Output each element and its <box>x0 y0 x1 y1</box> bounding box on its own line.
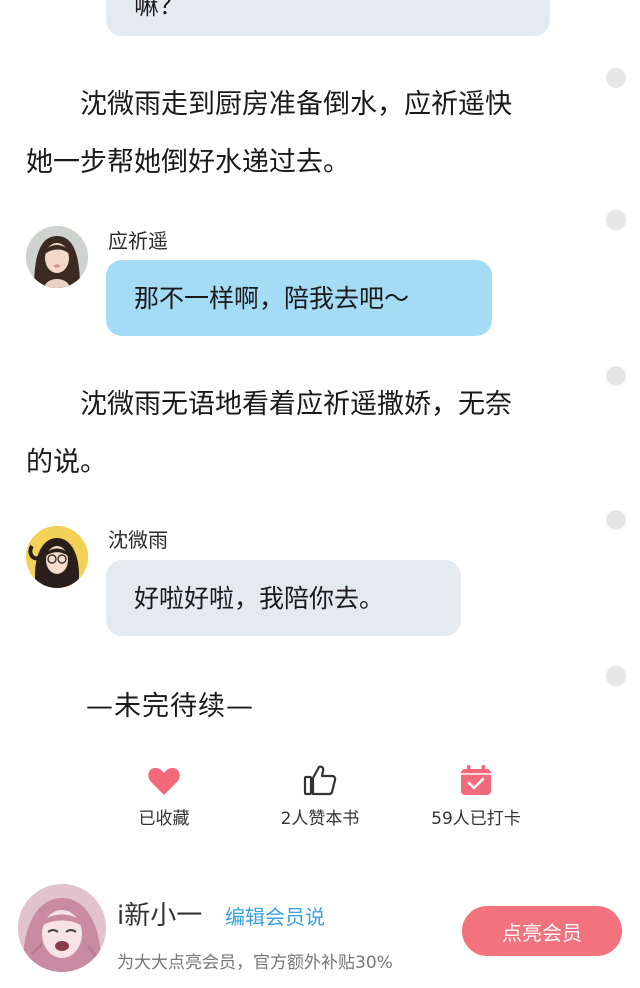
calendar-check-icon <box>461 765 491 795</box>
favorite-button[interactable]: 已收藏 <box>94 762 234 829</box>
comment-dot[interactable] <box>606 210 626 230</box>
light-member-button-label: 点亮会员 <box>502 920 582 945</box>
end-marker: —未完待续— <box>86 691 254 722</box>
thumbs-up-icon <box>303 765 337 796</box>
checkin-button[interactable]: 59人已打卡 <box>406 762 546 829</box>
edit-member-link[interactable]: 编辑会员说 <box>225 901 325 930</box>
narration-paragraph: 沈微雨无语地看着应祈遥撒娇，无奈 的说。 <box>26 376 586 492</box>
narration-line: 的说。 <box>26 447 107 478</box>
comment-dot[interactable] <box>606 666 626 686</box>
girl-portrait-avatar <box>26 226 88 288</box>
narration-line: 沈微雨无语地看着应祈遥撒娇，无奈 <box>80 389 512 420</box>
comment-dot[interactable] <box>606 510 626 530</box>
chat-bubble-partial: 嘛？ <box>106 0 550 36</box>
chat-bubble-text: 嘛？ <box>134 0 185 20</box>
chat-bubble: 那不一样啊，陪我去吧～ <box>106 260 492 336</box>
avatar[interactable] <box>26 526 88 588</box>
comment-dot[interactable] <box>606 366 626 386</box>
like-button[interactable]: 2人赞本书 <box>250 762 390 829</box>
narration-paragraph: 沈微雨走到厨房准备倒水，应祈遥快 她一步帮她倒好水递过去。 <box>26 76 586 192</box>
narration-line: 沈微雨走到厨房准备倒水，应祈遥快 <box>80 89 512 120</box>
anime-girl-avatar <box>18 884 106 972</box>
chat-bubble-text: 好啦好啦，我陪你去。 <box>134 583 385 613</box>
girl-yellow-avatar <box>26 526 88 588</box>
action-label: 2人赞本书 <box>280 809 360 829</box>
action-label: 59人已打卡 <box>431 809 521 829</box>
member-subtitle: 为大大点亮会员，官方额外补贴30% <box>117 953 393 973</box>
comment-dot[interactable] <box>606 68 626 88</box>
chat-bubble-text: 那不一样啊，陪我去吧～ <box>134 283 410 313</box>
speaker-name: 应祈遥 <box>108 229 168 253</box>
username: i新小一 <box>117 901 203 931</box>
speaker-name: 沈微雨 <box>108 528 168 552</box>
chat-bubble: 好啦好啦，我陪你去。 <box>106 560 461 636</box>
action-label: 已收藏 <box>138 809 190 829</box>
avatar[interactable] <box>26 226 88 288</box>
narration-line: 她一步帮她倒好水递过去。 <box>26 147 350 178</box>
heart-icon <box>148 768 180 795</box>
light-member-button[interactable]: 点亮会员 <box>462 906 622 956</box>
user-avatar[interactable] <box>18 884 106 972</box>
